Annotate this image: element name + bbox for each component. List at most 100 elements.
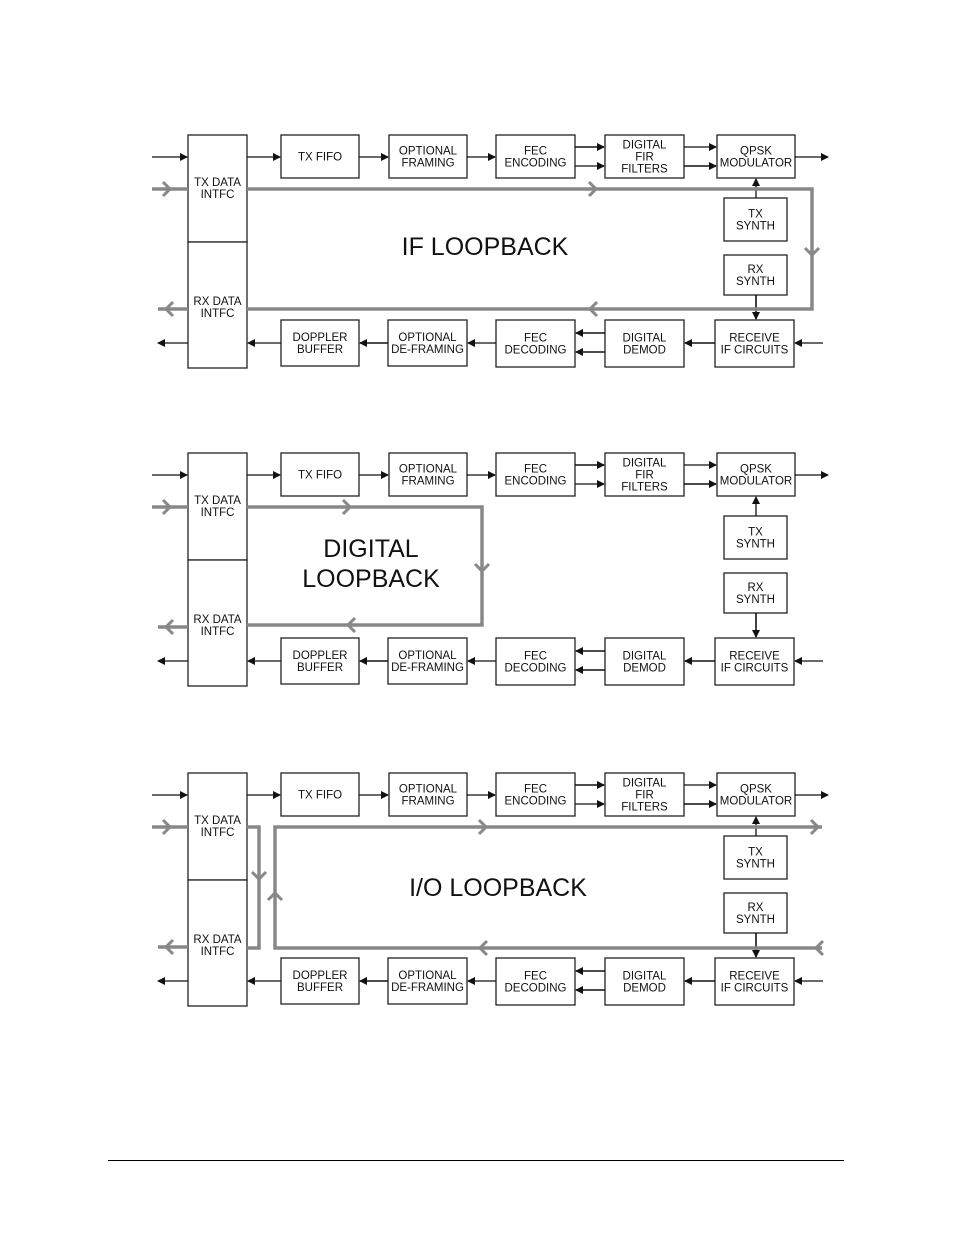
block-label: OPTIONAL (399, 146, 458, 158)
block-label: DE-FRAMING (391, 982, 464, 994)
block-tx-data: TX DATAINTFC (187, 452, 248, 561)
block-opt-framing: OPTIONALFRAMING (388, 452, 468, 497)
block-qpsk: QPSKMODULATOR (716, 134, 796, 179)
block-receive-if: RECEIVEIF CIRCUITS (714, 637, 795, 686)
block-fec-enc: FECENCODING (495, 452, 576, 497)
block-label: DOPPLER (293, 332, 348, 344)
block-demod: DIGITALDEMOD (604, 957, 685, 1006)
block-label: DECODING (505, 345, 567, 357)
block-receive-if: RECEIVEIF CIRCUITS (714, 957, 795, 1006)
block-doppler: DOPPLERBUFFER (280, 319, 360, 367)
loopback-diagrams: TX DATAINTFCRX DATAINTFCTX FIFO OPTIONALF… (152, 134, 829, 1007)
block-doppler: DOPPLERBUFFER (280, 637, 360, 685)
diagram-title: DIGITAL (323, 535, 418, 563)
block-label: INTFC (201, 308, 235, 320)
block-receive-if: RECEIVEIF CIRCUITS (714, 319, 795, 368)
block-opt-deframing: OPTIONALDE-FRAMING (387, 957, 468, 1005)
block-tx-fifo: TX FIFO (280, 772, 360, 817)
block-label: FEC (524, 651, 547, 663)
block-label: MODULATOR (720, 476, 792, 488)
diagram-1: TX DATAINTFCRX DATAINTFCTX FIFO OPTIONALF… (152, 134, 829, 369)
block-label: SYNTH (736, 859, 775, 871)
block-label: FEC (524, 333, 547, 345)
block-label: DIGITAL (623, 458, 667, 470)
block-label: BUFFER (297, 344, 343, 356)
block-label: DIGITAL (623, 333, 667, 345)
block-label: DOPPLER (293, 650, 348, 662)
block-qpsk: QPSKMODULATOR (716, 452, 796, 497)
block-label: DECODING (505, 983, 567, 995)
block-qpsk: QPSKMODULATOR (716, 772, 796, 817)
block-fec-dec: FECDECODING (495, 957, 576, 1006)
block-label: IF CIRCUITS (721, 983, 789, 995)
block-label: DEMOD (623, 663, 666, 675)
block-label: SYNTH (736, 276, 775, 288)
block-label: TX (748, 847, 763, 859)
diagram-3: TX DATAINTFCRX DATAINTFCTX FIFO OPTIONALF… (152, 772, 829, 1007)
block-label: RX DATA (193, 934, 241, 946)
block-fec-dec: FECDECODING (495, 319, 576, 368)
block-label: IF CIRCUITS (721, 663, 789, 675)
block-label: TX DATA (194, 495, 241, 507)
footer-rule (108, 1160, 844, 1161)
block-tx-data: TX DATAINTFC (187, 772, 248, 881)
block-label: RX (748, 582, 764, 594)
block-opt-framing: OPTIONALFRAMING (388, 772, 468, 817)
block-fir: DIGITALFIRFILTERS (604, 772, 685, 817)
block-label: DOPPLER (293, 970, 348, 982)
block-label: FRAMING (401, 476, 454, 488)
block-label: RX DATA (193, 296, 241, 308)
block-label: QPSK (740, 146, 772, 158)
block-label: DIGITAL (623, 651, 667, 663)
block-label: ENCODING (505, 476, 567, 488)
block-rx-synth: RXSYNTH (723, 892, 788, 934)
diagram-title: I/O LOOPBACK (409, 874, 587, 902)
block-label: FIR (635, 152, 654, 164)
block-label: QPSK (740, 464, 772, 476)
block-rx-synth: RXSYNTH (723, 572, 788, 614)
block-opt-framing: OPTIONALFRAMING (388, 134, 468, 179)
block-label: SYNTH (736, 539, 775, 551)
block-tx-data: TX DATAINTFC (187, 134, 248, 243)
block-doppler: DOPPLERBUFFER (280, 957, 360, 1005)
block-label: MODULATOR (720, 796, 792, 808)
block-fec-enc: FECENCODING (495, 772, 576, 817)
block-label: TX (748, 527, 763, 539)
block-rx-data: RX DATAINTFC (187, 559, 248, 687)
block-fec-dec: FECDECODING (495, 637, 576, 686)
block-fir: DIGITALFIRFILTERS (604, 134, 685, 179)
block-label: SYNTH (736, 594, 775, 606)
block-label: DE-FRAMING (391, 344, 464, 356)
block-label: DIGITAL (623, 971, 667, 983)
block-opt-deframing: OPTIONALDE-FRAMING (387, 319, 468, 367)
block-label: FRAMING (401, 796, 454, 808)
block-demod: DIGITALDEMOD (604, 319, 685, 368)
block-rx-data: RX DATAINTFC (187, 241, 248, 369)
block-label: TX (748, 209, 763, 221)
block-tx-fifo: TX FIFO (280, 452, 360, 497)
block-label: RECEIVE (729, 651, 780, 663)
block-demod: DIGITALDEMOD (604, 637, 685, 686)
block-fec-enc: FECENCODING (495, 134, 576, 179)
block-label: OPTIONAL (399, 784, 458, 796)
block-label: TX FIFO (298, 790, 342, 802)
block-label: TX FIFO (298, 470, 342, 482)
block-fir: DIGITALFIRFILTERS (604, 452, 685, 497)
block-label: FILTERS (621, 164, 668, 176)
block-label: RX (748, 264, 764, 276)
block-label: QPSK (740, 784, 772, 796)
block-label: DIGITAL (623, 140, 667, 152)
block-label: FRAMING (401, 158, 454, 170)
block-label: SYNTH (736, 914, 775, 926)
block-label: DIGITAL (623, 778, 667, 790)
block-label: FILTERS (621, 802, 668, 814)
block-rx-synth: RXSYNTH (723, 254, 788, 296)
block-label: INTFC (201, 189, 235, 201)
block-label: FIR (635, 790, 654, 802)
block-label: TX DATA (194, 815, 241, 827)
block-label: RECEIVE (729, 333, 780, 345)
block-label: INTFC (201, 626, 235, 638)
block-label: RX (748, 902, 764, 914)
block-label: TX DATA (194, 177, 241, 189)
block-label: OPTIONAL (398, 650, 457, 662)
